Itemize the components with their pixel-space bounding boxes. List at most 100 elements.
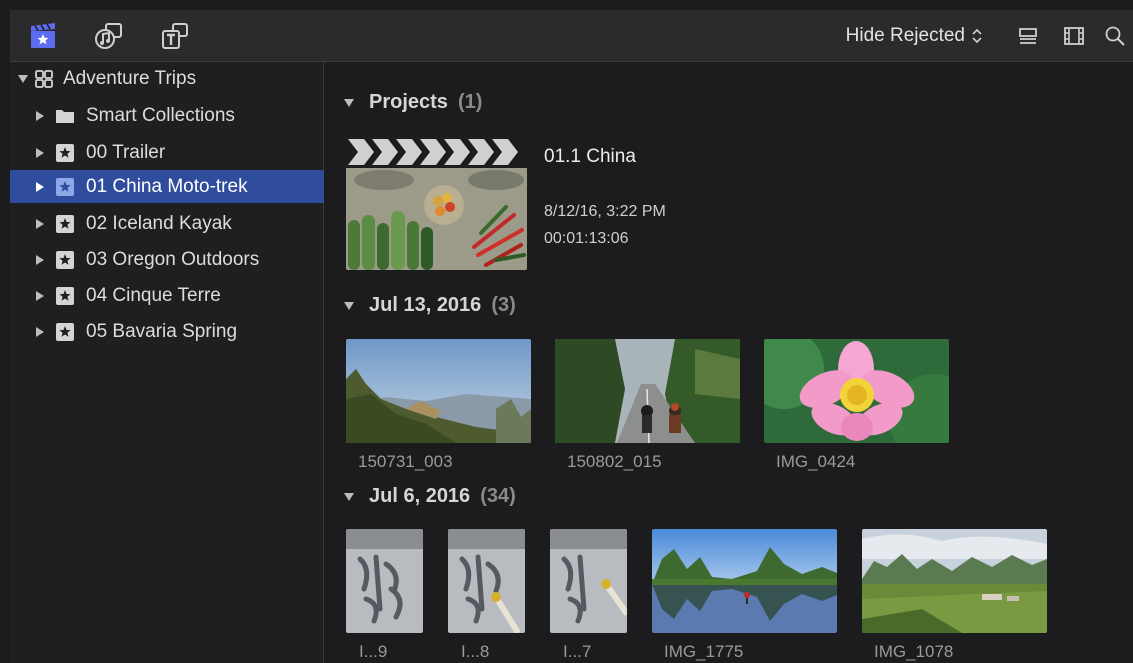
- project-name[interactable]: 01.1 China: [544, 146, 636, 168]
- disclosure-triangle[interactable]: [29, 326, 51, 338]
- triangle-right-icon: [36, 147, 44, 158]
- disclosure-triangle[interactable]: [343, 91, 369, 114]
- clip-thumbnail[interactable]: [764, 339, 949, 443]
- sidebar-item-label: 00 Trailer: [86, 141, 166, 163]
- clip-thumbnail[interactable]: [346, 339, 531, 443]
- event-star-icon: [55, 143, 75, 163]
- clip-thumbnail[interactable]: [555, 339, 740, 443]
- triangle-down-icon: [344, 98, 354, 107]
- disclosure-triangle[interactable]: [29, 110, 51, 122]
- section-header-projects[interactable]: Projects (1): [343, 88, 482, 116]
- clip-label: I...8: [461, 642, 490, 661]
- search-icon: [1105, 26, 1125, 46]
- project-clapper-thumbnail: [346, 135, 527, 270]
- sidebar-item-event[interactable]: 03 Oregon Outdoors: [10, 243, 324, 276]
- libraries-button[interactable]: [10, 10, 76, 62]
- titles-generators-button[interactable]: [142, 10, 208, 62]
- triangle-down-icon: [344, 492, 354, 501]
- sidebar-item-event-selected[interactable]: 01 China Moto-trek: [10, 170, 324, 203]
- titles-generators-icon: [162, 23, 188, 49]
- sidebar-item-event[interactable]: 02 Iceland Kayak: [10, 207, 324, 240]
- library-grid-icon: [34, 69, 54, 89]
- triangle-right-icon: [36, 181, 44, 192]
- clip-label: I...9: [359, 642, 388, 661]
- clip-thumbnail[interactable]: [652, 529, 837, 633]
- clip-image-calligraphy-brush: [550, 529, 627, 633]
- sidebar-item-label: 05 Bavaria Spring: [86, 320, 238, 342]
- filmstrip-button[interactable]: [1051, 10, 1097, 62]
- clip-image-calligraphy: [346, 529, 423, 633]
- event-star-icon: [55, 322, 75, 342]
- sidebar-item-label: 01 China Moto-trek: [86, 175, 248, 197]
- triangle-right-icon: [36, 290, 44, 301]
- section-count: (1): [457, 90, 483, 113]
- sidebar-item-event[interactable]: 05 Bavaria Spring: [10, 315, 324, 348]
- disclosure-triangle[interactable]: [29, 181, 51, 193]
- section-count: (3): [491, 293, 516, 316]
- triangle-right-icon: [36, 218, 44, 229]
- sidebar-item-label: Smart Collections: [86, 104, 235, 126]
- clip-label: IMG_1078: [874, 642, 954, 661]
- project-thumbnail[interactable]: [346, 135, 527, 270]
- triangle-right-icon: [36, 110, 44, 121]
- folder-icon: [55, 106, 75, 126]
- photos-audio-button[interactable]: [76, 10, 142, 62]
- disclosure-triangle[interactable]: [29, 254, 51, 266]
- clip-label: IMG_0424: [776, 452, 856, 471]
- clip-filter-popup[interactable]: Hide Rejected: [846, 25, 983, 47]
- clip-label: IMG_1775: [664, 642, 744, 661]
- clip-image-lotus-flower: [764, 339, 949, 443]
- clip-label: 150802_015: [567, 452, 662, 471]
- sidebar-item-label: Adventure Trips: [63, 67, 197, 89]
- event-star-icon: [55, 214, 75, 234]
- event-star-icon: [55, 250, 75, 270]
- filmstrip-icon: [1064, 27, 1084, 45]
- clip-thumbnail[interactable]: [862, 529, 1047, 633]
- toolbar: Hide Rejected: [10, 10, 1133, 62]
- sidebar-item-event[interactable]: 00 Trailer: [10, 136, 324, 169]
- libraries-icon: [31, 23, 55, 48]
- clip-image-karst-valley: [862, 529, 1047, 633]
- sidebar-item-event[interactable]: 04 Cinque Terre: [10, 279, 324, 312]
- section-count: (34): [480, 484, 516, 507]
- clip-filter-label: Hide Rejected: [845, 25, 965, 46]
- section-title: Jul 13, 2016: [369, 293, 482, 316]
- project-duration: 00:01:13:06: [544, 230, 629, 247]
- section-header-date[interactable]: Jul 6, 2016 (34): [343, 482, 516, 510]
- event-star-icon: [55, 286, 75, 306]
- clip-thumbnail[interactable]: [346, 529, 423, 633]
- clip-image-calligraphy-brush: [448, 529, 525, 633]
- sidebar-item-library[interactable]: Adventure Trips: [10, 62, 324, 95]
- sidebar-item-label: 03 Oregon Outdoors: [86, 248, 260, 270]
- section-title: Jul 6, 2016: [369, 484, 471, 507]
- disclosure-triangle[interactable]: [29, 147, 51, 159]
- section-header-date[interactable]: Jul 13, 2016 (3): [343, 291, 516, 319]
- clip-appearance-icon: [1019, 28, 1037, 44]
- triangle-right-icon: [36, 326, 44, 337]
- clip-image-motorcycle-road: [555, 339, 740, 443]
- clip-image-karst-lake: [652, 529, 837, 633]
- disclosure-triangle[interactable]: [29, 218, 51, 230]
- clip-thumbnail[interactable]: [550, 529, 627, 633]
- disclosure-triangle[interactable]: [343, 485, 369, 508]
- triangle-right-icon: [36, 254, 44, 265]
- sidebar-item-label: 02 Iceland Kayak: [86, 212, 232, 234]
- sidebar-item-smart-collections[interactable]: Smart Collections: [10, 99, 324, 132]
- sidebar-item-label: 04 Cinque Terre: [86, 284, 221, 306]
- updown-chevron-icon: [972, 28, 982, 44]
- disclosure-triangle[interactable]: [12, 74, 34, 84]
- triangle-down-icon: [344, 301, 354, 310]
- photos-audio-icon: [95, 23, 122, 49]
- search-button[interactable]: [1097, 10, 1133, 62]
- clip-appearance-button[interactable]: [1005, 10, 1051, 62]
- clip-image-mountain-overlook: [346, 339, 531, 443]
- library-sidebar: Adventure Trips Smart Collections 00 Tra…: [10, 62, 324, 663]
- triangle-down-icon: [18, 74, 28, 83]
- disclosure-triangle[interactable]: [343, 294, 369, 317]
- clip-label: 150731_003: [358, 452, 453, 471]
- clip-label: I...7: [563, 642, 592, 661]
- clip-thumbnail[interactable]: [448, 529, 525, 633]
- toolbar-right-group: Hide Rejected: [846, 10, 1133, 62]
- section-title: Projects: [369, 90, 448, 113]
- disclosure-triangle[interactable]: [29, 290, 51, 302]
